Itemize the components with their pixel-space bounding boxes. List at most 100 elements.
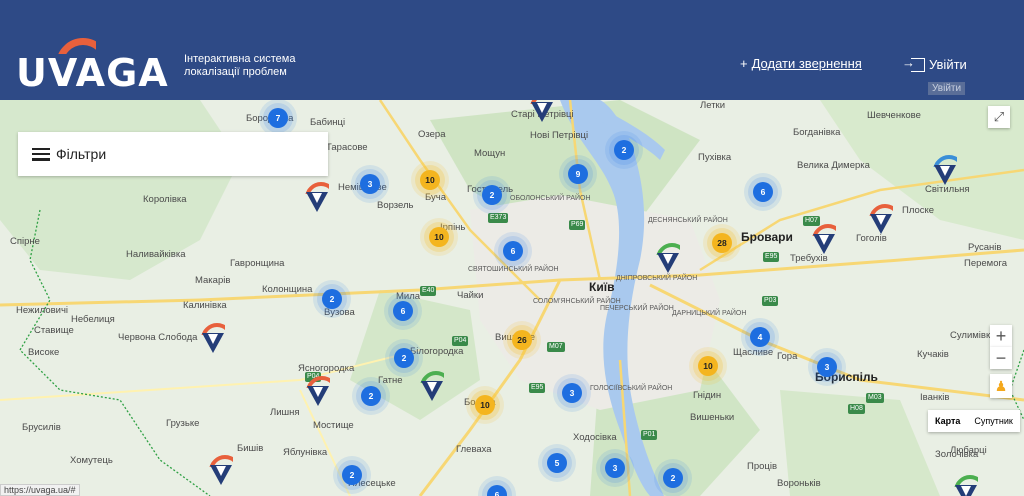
app-header: UVAGA Інтерактивна система локалізації п… <box>0 0 1024 100</box>
issue-marker[interactable] <box>198 323 228 355</box>
road-shield: H08 <box>848 404 865 414</box>
map-cluster[interactable]: 26 <box>507 325 537 355</box>
place-label: Бишів <box>237 443 264 454</box>
place-label: Вороньків <box>777 478 821 489</box>
cluster-count: 2 <box>361 386 381 406</box>
cluster-count: 10 <box>420 170 440 190</box>
district-label: СВЯТОШИНСЬКИЙ РАЙОН <box>468 266 559 273</box>
road-shield: E373 <box>488 213 509 223</box>
road-shield: E40 <box>420 286 437 296</box>
issue-marker[interactable] <box>302 182 332 214</box>
place-label: Кучаків <box>917 349 949 360</box>
map-type-switcher: Карта Супутник <box>928 410 1020 432</box>
issue-marker[interactable] <box>809 224 839 256</box>
issue-marker[interactable] <box>303 376 333 408</box>
map-cluster[interactable]: 10 <box>693 351 723 381</box>
map-cluster[interactable]: 10 <box>470 390 500 420</box>
place-label: Проців <box>747 461 777 472</box>
place-label: Королівка <box>143 194 187 205</box>
district-label: ГОЛОСІЇВСЬКИЙ РАЙОН <box>590 385 673 392</box>
cluster-count: 2 <box>482 185 502 205</box>
map-cluster[interactable]: 6 <box>388 296 418 326</box>
road-shield: E95 <box>529 383 546 393</box>
road-shield: M07 <box>547 342 565 352</box>
district-label: ДЕСНЯНСЬКИЙ РАЙОН <box>648 217 728 224</box>
district-label: ОБОЛОНСЬКИЙ РАЙОН <box>510 195 591 202</box>
map-cluster[interactable]: 3 <box>557 378 587 408</box>
map-cluster[interactable]: 3 <box>600 453 630 483</box>
place-label: Гора <box>777 351 798 362</box>
map-cluster[interactable]: 6 <box>498 236 528 266</box>
map-cluster[interactable]: 2 <box>356 381 386 411</box>
filters-label: Фільтри <box>56 146 107 162</box>
map-cluster[interactable]: 28 <box>707 228 737 258</box>
issue-marker[interactable] <box>417 371 447 403</box>
place-label: Наливайківка <box>126 249 186 260</box>
login-button[interactable]: Увійти <box>902 55 967 73</box>
cluster-count: 5 <box>547 453 567 473</box>
cluster-count: 26 <box>512 330 532 350</box>
map-cluster[interactable]: 2 <box>317 284 347 314</box>
place-label: Чайки <box>457 290 484 301</box>
issue-marker[interactable] <box>527 100 557 124</box>
place-label: Вишеньки <box>690 412 735 423</box>
issue-marker[interactable] <box>930 155 960 187</box>
map-cluster[interactable]: 2 <box>389 343 419 373</box>
menu-icon <box>32 147 50 161</box>
filters-button[interactable]: Фільтри <box>18 132 328 176</box>
place-label: Гатне <box>378 375 403 386</box>
map-cluster[interactable]: 2 <box>609 135 639 165</box>
map-type-map[interactable]: Карта <box>928 410 967 432</box>
place-label: Колонщина <box>262 284 313 295</box>
v-marker-icon <box>813 234 835 254</box>
zoom-in-button[interactable]: + <box>990 325 1012 347</box>
v-marker-icon <box>934 165 956 185</box>
map-cluster[interactable]: 2 <box>337 460 367 490</box>
cluster-count: 4 <box>750 327 770 347</box>
place-label: Глеваха <box>456 444 492 455</box>
issue-marker[interactable] <box>206 455 236 487</box>
map-cluster[interactable]: 9 <box>563 159 593 189</box>
map-cluster[interactable]: 10 <box>424 222 454 252</box>
map-cluster[interactable]: 10 <box>415 165 445 195</box>
district-label: ДАРНИЦЬКИЙ РАЙОН <box>672 310 747 317</box>
road-shield: P01 <box>641 430 658 440</box>
cluster-count: 10 <box>475 395 495 415</box>
cluster-count: 6 <box>393 301 413 321</box>
pegman-icon[interactable]: ♟ <box>990 374 1012 398</box>
tagline: Інтерактивна система локалізації проблем <box>184 53 296 78</box>
zoom-out-button[interactable]: − <box>990 347 1012 369</box>
v-marker-icon <box>210 465 232 485</box>
map-cluster[interactable]: 4 <box>745 322 775 352</box>
plus-icon: + <box>740 56 748 71</box>
map-cluster[interactable]: 6 <box>748 177 778 207</box>
issue-marker[interactable] <box>866 204 896 236</box>
cluster-count: 2 <box>663 468 683 488</box>
place-label: Шевченкове <box>867 110 921 121</box>
map-cluster[interactable]: 3 <box>812 352 842 382</box>
place-label: Лишня <box>270 407 300 418</box>
place-label: Бабинці <box>310 117 346 128</box>
cluster-count: 6 <box>503 241 523 261</box>
road-shield: E95 <box>763 252 780 262</box>
issue-marker[interactable] <box>951 475 981 496</box>
issue-marker[interactable] <box>653 243 683 275</box>
uvaga-logo[interactable]: UVAGA <box>16 38 176 92</box>
place-label: Велика Димерка <box>797 160 870 171</box>
v-marker-icon <box>955 485 977 496</box>
map-cluster[interactable]: 2 <box>477 180 507 210</box>
place-label: Червона Слобода <box>118 332 198 343</box>
map-canvas[interactable]: Старі Петрівці Нові Петрівці Бородянка Б… <box>0 100 1024 496</box>
map-cluster[interactable]: 7 <box>263 103 293 133</box>
place-label: Грузьке <box>166 418 200 429</box>
place-label: Сулимівка <box>950 330 996 341</box>
add-report-link[interactable]: + Додати звернення <box>740 56 862 71</box>
logo-text: UVAGA <box>16 51 169 95</box>
map-cluster[interactable]: 3 <box>355 169 385 199</box>
place-label: Ставище <box>34 325 74 336</box>
place-label: Тарасове <box>326 142 368 153</box>
map-cluster[interactable]: 5 <box>542 448 572 478</box>
map-type-satellite[interactable]: Супутник <box>967 410 1019 432</box>
map-cluster[interactable]: 2 <box>658 463 688 493</box>
fullscreen-icon[interactable]: ⤢ <box>988 106 1010 128</box>
